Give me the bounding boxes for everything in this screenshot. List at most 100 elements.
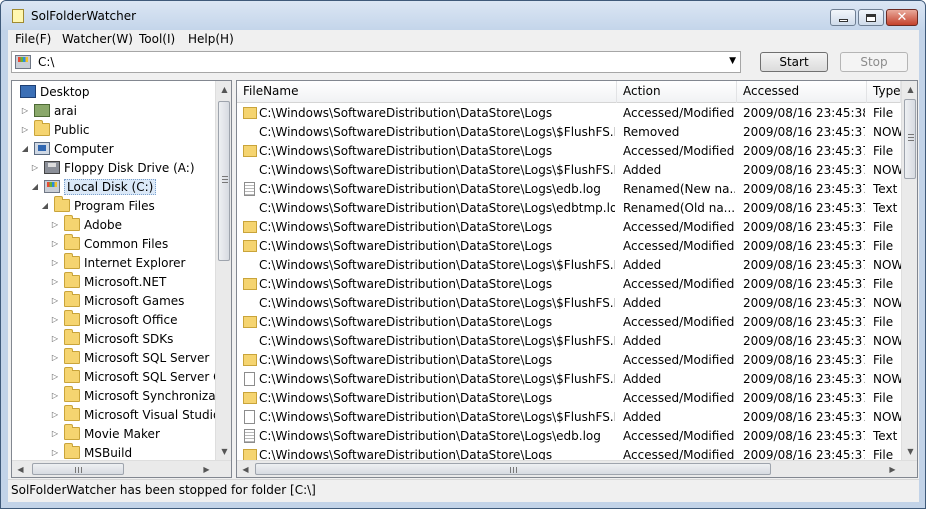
expand-arrow-icon[interactable]: ▷ (50, 277, 60, 286)
table-row[interactable]: C:\Windows\SoftwareDistribution\DataStor… (237, 408, 901, 427)
tree-scroll-thumb[interactable] (218, 101, 230, 261)
tree-node[interactable]: ▷ Microsoft Synchronizatio (50, 386, 231, 405)
tree-node[interactable]: ▷ Floppy Disk Drive (A:) (30, 158, 195, 177)
start-button[interactable]: Start (760, 52, 828, 72)
expand-arrow-icon[interactable]: ▷ (50, 448, 60, 457)
tree-node[interactable]: ▷ Microsoft SDKs (50, 329, 173, 348)
table-row[interactable]: C:\Windows\SoftwareDistribution\DataStor… (237, 446, 901, 461)
tree-node[interactable]: ▷ Microsoft Office (50, 310, 177, 329)
list-hscroll-thumb[interactable] (255, 463, 771, 475)
list-vertical-scrollbar[interactable]: ▲ ▼ (901, 81, 917, 460)
table-row[interactable]: C:\Windows\SoftwareDistribution\DataStor… (237, 142, 901, 161)
tree-node[interactable]: ▷ Movie Maker (50, 424, 160, 443)
grip-line (222, 176, 228, 177)
menu-watcher[interactable]: Watcher(W) (62, 32, 133, 46)
column-header-action[interactable]: Action (617, 81, 737, 103)
tree-node[interactable]: ◢ Computer (20, 139, 114, 158)
scroll-up-icon[interactable]: ▲ (902, 81, 917, 98)
menu-help[interactable]: Help(H) (188, 32, 234, 46)
table-row[interactable]: C:\Windows\SoftwareDistribution\DataStor… (237, 218, 901, 237)
table-row[interactable]: C:\Windows\SoftwareDistribution\DataStor… (237, 427, 901, 446)
folder-tree[interactable]: Desktop ▷ arai ▷ Public ◢ Computer ▷ Floppy Disk… (11, 80, 232, 478)
scroll-right-icon[interactable]: ▶ (198, 461, 215, 477)
column-header-type[interactable]: Type (867, 81, 901, 103)
table-row[interactable]: C:\Windows\SoftwareDistribution\DataStor… (237, 123, 901, 142)
menu-file[interactable]: File(F) (15, 32, 51, 46)
collapse-arrow-icon[interactable]: ◢ (40, 201, 50, 210)
table-row[interactable]: C:\Windows\SoftwareDistribution\DataStor… (237, 313, 901, 332)
tree-node[interactable]: ▷ arai (20, 101, 77, 120)
tree-node-label: Adobe (84, 217, 122, 232)
scroll-left-icon[interactable]: ◀ (12, 461, 29, 477)
table-row[interactable]: C:\Windows\SoftwareDistribution\DataStor… (237, 351, 901, 370)
list-scroll-thumb[interactable] (904, 99, 916, 179)
expand-arrow-icon[interactable]: ▷ (50, 239, 60, 248)
close-button[interactable]: ✕ (886, 9, 918, 26)
table-row[interactable]: C:\Windows\SoftwareDistribution\DataStor… (237, 256, 901, 275)
table-row[interactable]: C:\Windows\SoftwareDistribution\DataStor… (237, 161, 901, 180)
tree-node[interactable]: ◢ Local Disk (C:) (30, 177, 157, 196)
tree-node[interactable]: ▷ Microsoft SQL Server (50, 348, 209, 367)
tree-hscroll-thumb[interactable] (32, 463, 124, 475)
list-horizontal-scrollbar[interactable]: ◀ ▶ (237, 460, 917, 477)
expand-arrow-icon[interactable]: ▷ (50, 353, 60, 362)
tree-node-label: Local Disk (C:) (64, 178, 157, 195)
cell-action: Accessed/Modified (623, 106, 735, 120)
scroll-right-icon[interactable]: ▶ (884, 461, 901, 477)
user-folder-icon (34, 104, 50, 117)
expand-arrow-icon[interactable]: ▷ (50, 334, 60, 343)
change-log-list[interactable]: FileName Action Accessed Type C:\Windows… (236, 80, 918, 478)
expand-arrow-icon[interactable]: ▷ (50, 372, 60, 381)
expand-arrow-icon[interactable]: ▷ (50, 391, 60, 400)
expand-arrow-icon[interactable]: ▷ (30, 163, 40, 172)
chevron-down-icon[interactable]: ▼ (729, 56, 736, 66)
scroll-up-icon[interactable]: ▲ (216, 81, 231, 98)
tree-node[interactable]: Desktop (20, 82, 90, 101)
tree-node[interactable]: ▷ Adobe (50, 215, 122, 234)
scroll-left-icon[interactable]: ◀ (237, 461, 254, 477)
tree-node[interactable]: ▷ Microsoft SQL Server Cor (50, 367, 231, 386)
expand-arrow-icon[interactable]: ▷ (50, 410, 60, 419)
cell-filename: C:\Windows\SoftwareDistribution\DataStor… (259, 106, 553, 120)
tree-node[interactable]: ▷ Public (20, 120, 90, 139)
table-row[interactable]: C:\Windows\SoftwareDistribution\DataStor… (237, 332, 901, 351)
table-row[interactable]: C:\Windows\SoftwareDistribution\DataStor… (237, 199, 901, 218)
expand-arrow-icon[interactable]: ▷ (50, 258, 60, 267)
floppy-icon (44, 161, 60, 174)
minimize-button[interactable] (830, 9, 856, 26)
stop-button[interactable]: Stop (840, 52, 908, 72)
tree-node[interactable]: ▷ Microsoft Visual Studio 9 (50, 405, 231, 424)
menu-tool[interactable]: Tool(I) (139, 32, 175, 46)
table-row[interactable]: C:\Windows\SoftwareDistribution\DataStor… (237, 237, 901, 256)
table-row[interactable]: C:\Windows\SoftwareDistribution\DataStor… (237, 294, 901, 313)
grip-line (222, 182, 228, 183)
expand-arrow-icon[interactable]: ▷ (50, 296, 60, 305)
folder-path-combobox[interactable]: C:\ ▼ (11, 51, 741, 73)
tree-node-label: Desktop (40, 84, 90, 99)
expand-arrow-icon[interactable]: ▷ (50, 315, 60, 324)
tree-node[interactable]: ▷ Internet Explorer (50, 253, 185, 272)
column-header-accessed[interactable]: Accessed (737, 81, 867, 103)
expand-arrow-icon[interactable]: ▷ (20, 125, 30, 134)
title-bar[interactable]: SolFolderWatcher ✕ (1, 1, 925, 30)
column-header-filename[interactable]: FileName (237, 81, 617, 103)
maximize-button[interactable] (858, 9, 884, 26)
table-row[interactable]: C:\Windows\SoftwareDistribution\DataStor… (237, 370, 901, 389)
scroll-down-icon[interactable]: ▼ (902, 443, 917, 460)
table-row[interactable]: C:\Windows\SoftwareDistribution\DataStor… (237, 104, 901, 123)
tree-node[interactable]: ▷ Microsoft Games (50, 291, 184, 310)
expand-arrow-icon[interactable]: ▷ (20, 106, 30, 115)
tree-node[interactable]: ▷ Microsoft.NET (50, 272, 166, 291)
collapse-arrow-icon[interactable]: ◢ (20, 144, 30, 153)
tree-node[interactable]: ▷ Common Files (50, 234, 168, 253)
table-row[interactable]: C:\Windows\SoftwareDistribution\DataStor… (237, 389, 901, 408)
table-row[interactable]: C:\Windows\SoftwareDistribution\DataStor… (237, 180, 901, 199)
collapse-arrow-icon[interactable]: ◢ (30, 182, 40, 191)
tree-node[interactable]: ◢ Program Files (40, 196, 155, 215)
tree-vertical-scrollbar[interactable]: ▲ ▼ (215, 81, 231, 460)
expand-arrow-icon[interactable]: ▷ (50, 220, 60, 229)
table-row[interactable]: C:\Windows\SoftwareDistribution\DataStor… (237, 275, 901, 294)
expand-arrow-icon[interactable]: ▷ (50, 429, 60, 438)
scroll-down-icon[interactable]: ▼ (216, 443, 231, 460)
tree-horizontal-scrollbar[interactable]: ◀ ▶ (12, 460, 231, 477)
